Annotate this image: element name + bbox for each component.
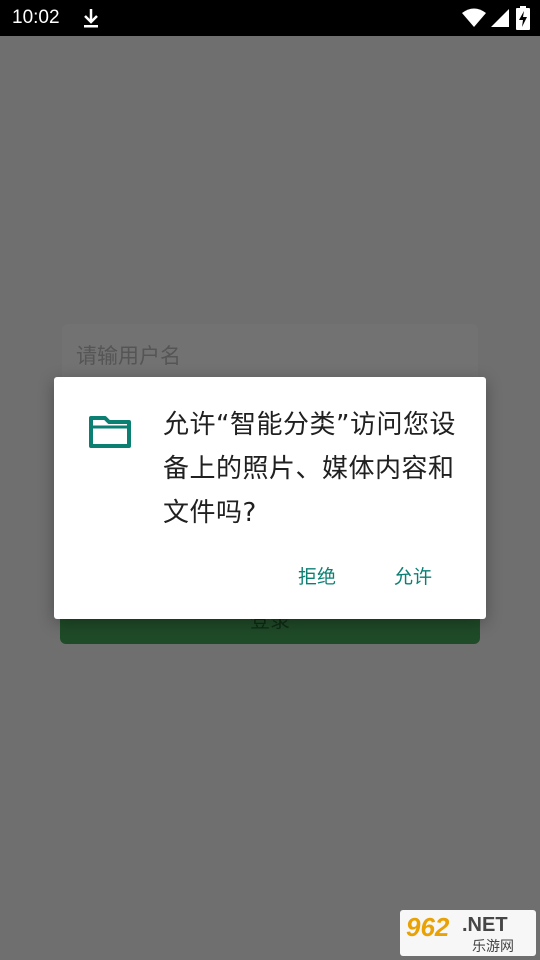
download-icon [84,9,98,28]
watermark-site-name: 乐游网 [472,939,514,955]
folder-icon [89,416,131,448]
watermark-logo: 962 .NET 乐游网 [400,910,536,956]
battery-charging-icon [516,6,530,30]
allow-button[interactable]: 允许 [382,557,444,597]
signal-icon [491,9,509,27]
status-time: 10:02 [12,7,60,28]
status-bar: 10:02 [0,0,540,36]
username-placeholder: 请输用户名 [76,344,181,368]
permission-dialog: 允许“智能分类”访问您设备上的照片、媒体内容和文件吗? 拒绝 允许 [54,377,486,619]
watermark-number: 962 [406,912,450,942]
wifi-icon [462,8,486,27]
dialog-actions: 拒绝 允许 [54,557,486,597]
deny-button[interactable]: 拒绝 [286,557,348,597]
watermark-suffix: .NET [462,914,508,936]
dialog-message: 允许“智能分类”访问您设备上的照片、媒体内容和文件吗? [163,410,456,528]
